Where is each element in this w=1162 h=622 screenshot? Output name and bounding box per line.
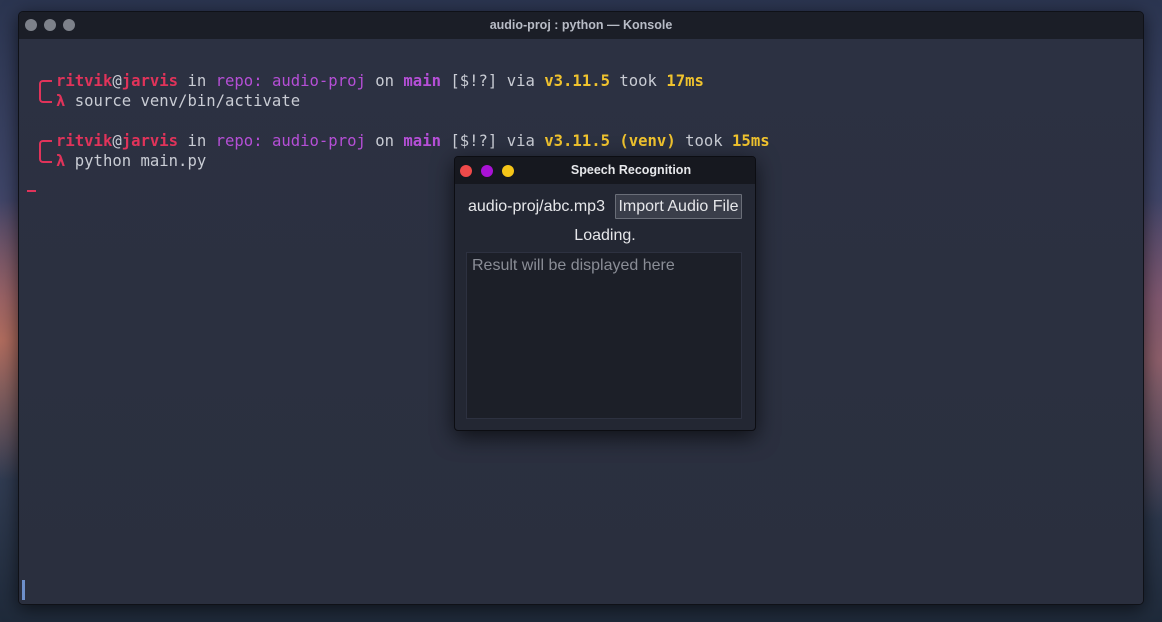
prompt-repo: repo: audio-proj bbox=[215, 132, 366, 150]
lambda-prompt-symbol: λ bbox=[56, 92, 66, 110]
prompt-line: ritvik@jarvis in repo: audio-proj on mai… bbox=[56, 131, 770, 151]
prompt-branch: main bbox=[403, 132, 441, 150]
prompt-took: took bbox=[675, 132, 733, 150]
command-line: λ python main.py bbox=[56, 151, 206, 171]
prompt-connector-bottom bbox=[39, 151, 52, 163]
lambda-prompt-symbol: λ bbox=[56, 152, 66, 170]
import-audio-button[interactable]: Import Audio File bbox=[615, 194, 742, 219]
prompt-at: @ bbox=[112, 132, 122, 150]
command-text: source venv/bin/activate bbox=[65, 92, 301, 110]
command-text: python main.py bbox=[65, 152, 207, 170]
prompt-took: took bbox=[609, 72, 667, 90]
prompt-at: @ bbox=[112, 72, 122, 90]
prompt-user: ritvik bbox=[56, 132, 113, 150]
prompt-via: via bbox=[506, 132, 545, 150]
status-label: Loading. bbox=[574, 227, 636, 244]
terminal-scroll-marker bbox=[22, 580, 25, 600]
prompt-git-status: [$!?] bbox=[440, 72, 507, 90]
prompt-in: in bbox=[178, 132, 216, 150]
window-title: audio-proj : python — Konsole bbox=[489, 18, 673, 32]
prompt-on: on bbox=[365, 132, 404, 150]
prompt-venv: (venv) bbox=[609, 132, 676, 150]
prompt-python-version: v3.11.5 bbox=[544, 72, 610, 90]
prompt-in: in bbox=[178, 72, 216, 90]
prompt-git-status: [$!?] bbox=[440, 132, 507, 150]
dialog-titlebar[interactable]: Speech Recognition bbox=[455, 157, 755, 184]
prompt-connector-bottom bbox=[39, 91, 52, 103]
prompt-user: ritvik bbox=[56, 72, 113, 90]
speech-recognition-window: Speech Recognition audio-proj/abc.mp3 Im… bbox=[454, 156, 756, 431]
prompt-host: jarvis bbox=[121, 72, 179, 90]
prompt-repo: repo: audio-proj bbox=[215, 72, 366, 90]
prompt-via: via bbox=[506, 72, 545, 90]
prompt-host: jarvis bbox=[121, 132, 179, 150]
prompt-duration: 17ms bbox=[666, 72, 704, 90]
selected-file-label: audio-proj/abc.mp3 bbox=[468, 198, 605, 215]
terminal-cursor bbox=[27, 190, 36, 192]
prompt-line: ritvik@jarvis in repo: audio-proj on mai… bbox=[56, 71, 704, 91]
prompt-python-version: v3.11.5 bbox=[544, 132, 610, 150]
command-line: λ source venv/bin/activate bbox=[56, 91, 300, 111]
konsole-titlebar[interactable]: audio-proj : python — Konsole bbox=[19, 12, 1143, 40]
result-textbox[interactable] bbox=[466, 252, 742, 419]
prompt-duration: 15ms bbox=[732, 132, 770, 150]
prompt-on: on bbox=[365, 72, 404, 90]
dialog-title: Speech Recognition bbox=[570, 163, 692, 177]
prompt-branch: main bbox=[403, 72, 441, 90]
